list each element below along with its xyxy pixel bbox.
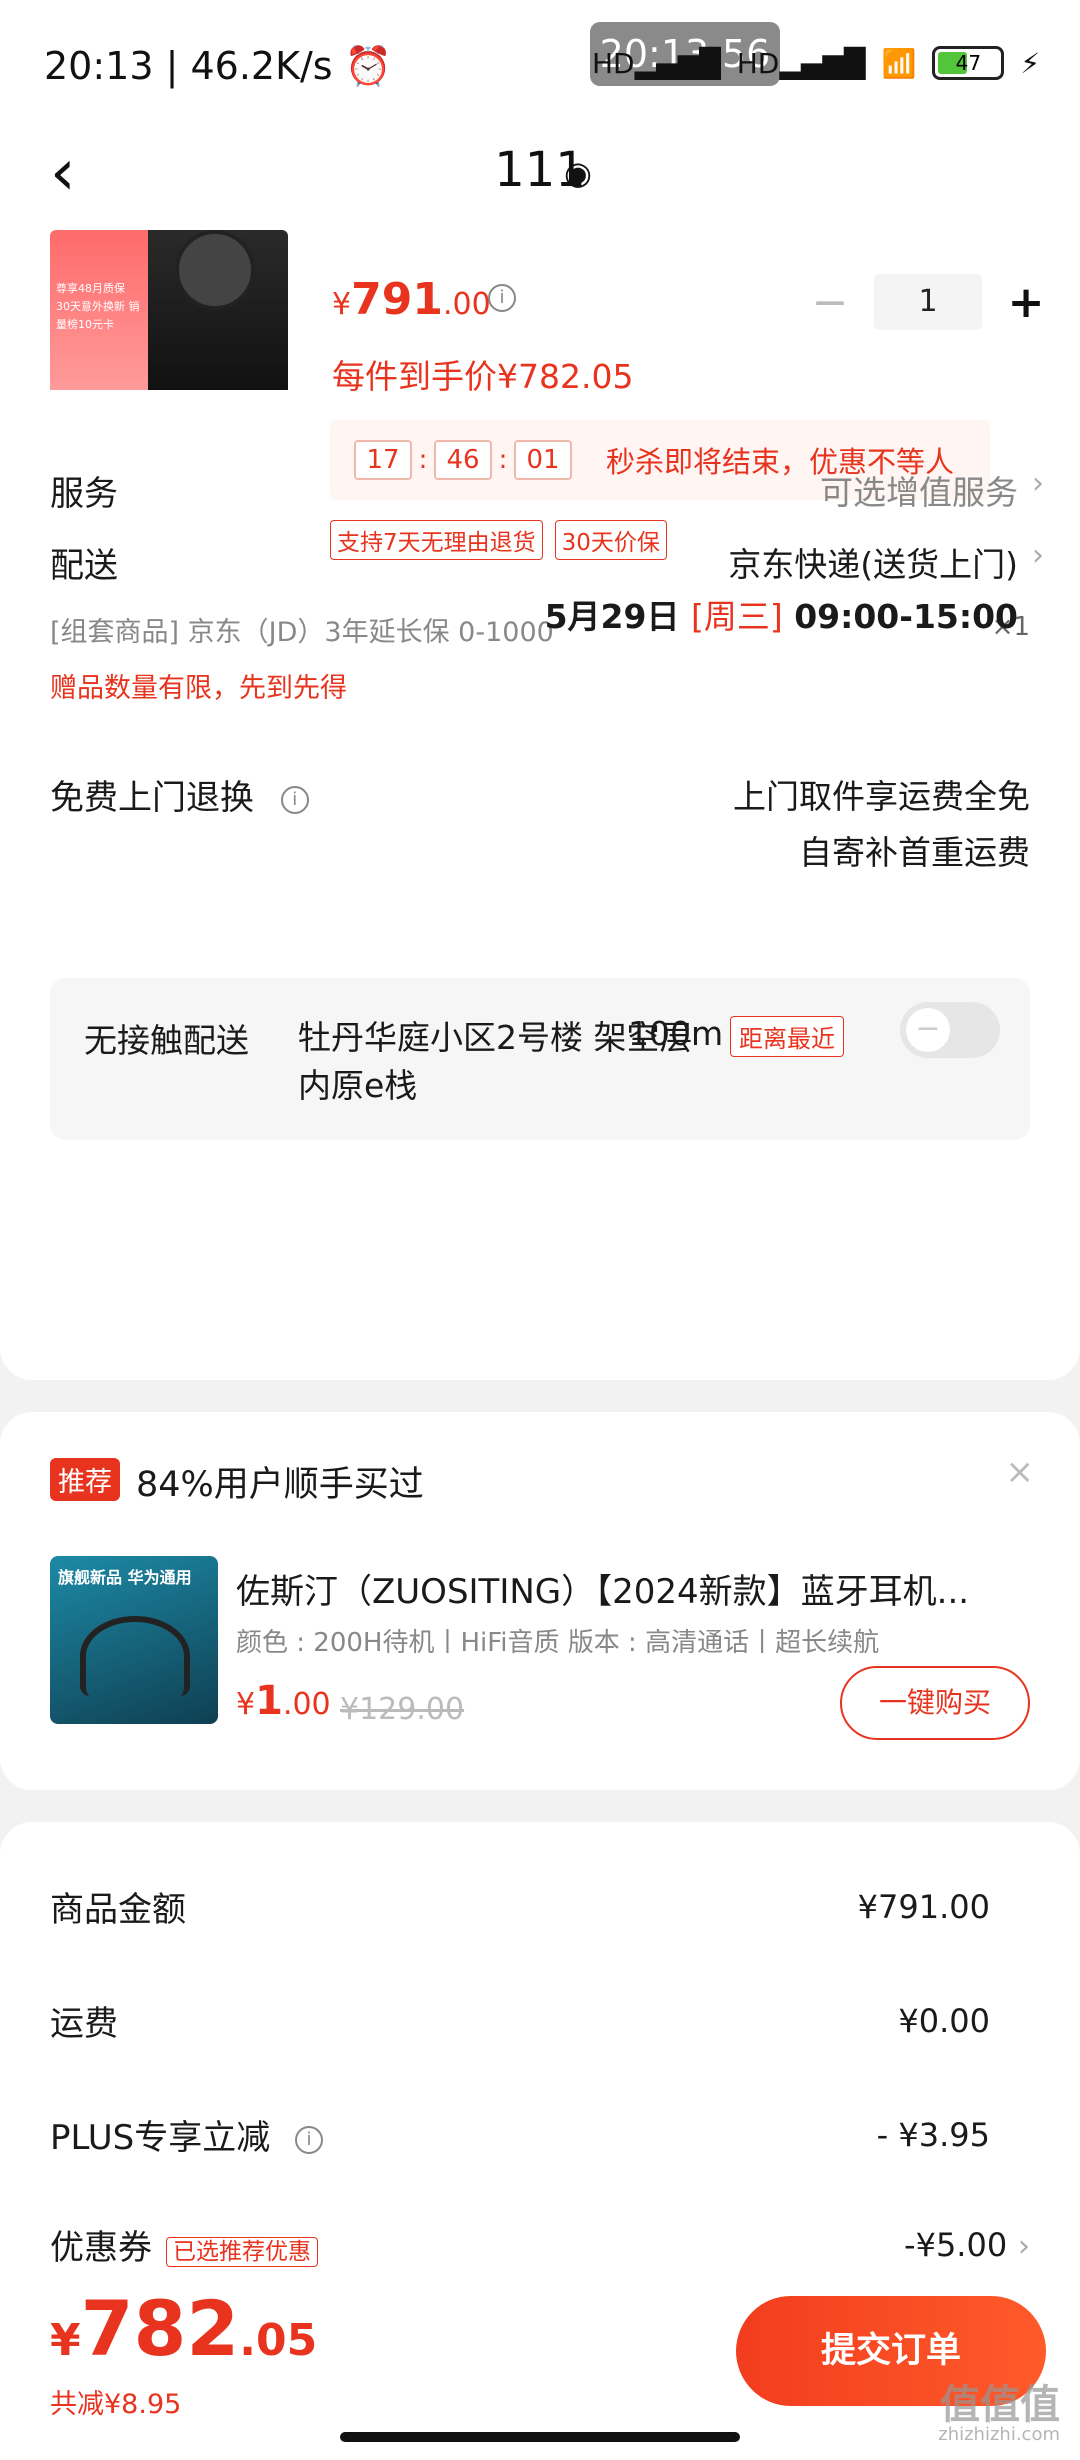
product-image-text: 尊享48月质保 30天意外换新 销量榜10元卡 — [56, 282, 140, 331]
goods-amount-value: ¥791.00 — [857, 1887, 990, 1926]
qty-minus-button[interactable]: − — [800, 277, 860, 328]
price-info-icon[interactable]: i — [488, 284, 516, 312]
return-label: 免费上门退换 i — [50, 770, 309, 819]
countdown-seconds: 01 — [514, 440, 572, 480]
plus-info-icon[interactable]: i — [295, 2125, 324, 2154]
qty-plus-button[interactable]: + — [996, 277, 1056, 328]
recommend-product-image[interactable]: 旗舰新品 华为通用 — [50, 1556, 218, 1724]
coupon-label: 优惠券 已选推荐优惠 — [50, 2220, 318, 2269]
shipping-row: 运费 ¥0.00 — [50, 1996, 990, 2045]
battery-level: 47 — [955, 51, 982, 75]
qty-input[interactable]: 1 — [874, 274, 982, 330]
delivery-time[interactable]: 5月29日 [周三] 09:00-15:00 — [545, 590, 1018, 638]
plus-discount-row: PLUS专享立减 i - ¥3.95 — [50, 2110, 990, 2159]
no-contact-toggle[interactable]: − — [900, 1002, 1000, 1058]
toggle-knob: − — [906, 1008, 950, 1052]
recommend-original-price: ¥129.00 — [340, 1692, 465, 1727]
recommend-price: ¥1.00 — [236, 1678, 331, 1724]
top-nav: ‹ 111 ◉ — [0, 120, 1080, 230]
shipping-value: ¥0.00 — [898, 2001, 990, 2040]
return-line1: 上门取件享运费全免 — [733, 777, 1030, 816]
service-label: 服务 — [50, 474, 118, 514]
recommend-badge: 推荐 — [50, 1458, 120, 1501]
goods-amount-label: 商品金额 — [50, 1890, 186, 1930]
coupon-row[interactable]: 优惠券 已选推荐优惠 -¥5.00 › — [50, 2220, 1030, 2269]
status-time-speed: 20:13 | 46.2K/s ⏰ — [44, 44, 392, 88]
recommend-image-text: 旗舰新品 华为通用 — [58, 1568, 192, 1587]
coupon-value-wrap: -¥5.00 › — [904, 2225, 1030, 2265]
countdown-hours: 17 — [354, 440, 412, 480]
delivery-label: 配送 — [50, 546, 118, 586]
battery-icon: 47 — [932, 46, 1005, 80]
service-value[interactable]: 可选增值服务 — [820, 466, 1018, 514]
watermark-url: zhizhizhi.com — [938, 2424, 1060, 2445]
signal-icon-2: HD▂▄▆█ — [736, 46, 866, 80]
no-contact-distance: 100m — [628, 1014, 724, 1053]
goods-amount-row: 商品金额 ¥791.00 — [50, 1882, 990, 1931]
recommend-card: 推荐 84%用户顺手买过 × 旗舰新品 华为通用 佐斯汀（ZUOSITING）【… — [0, 1412, 1080, 1790]
coupon-tag: 已选推荐优惠 — [166, 2237, 318, 2267]
watermark-logo: 值值值 — [940, 2382, 1060, 2428]
bundle-item[interactable]: [组套商品] 京东（JD）3年延长保 0-1000 — [50, 610, 554, 649]
return-line2: 自寄补首重运费 — [799, 833, 1030, 872]
quantity-stepper: − 1 + — [800, 274, 1056, 330]
countdown-minutes: 46 — [434, 440, 492, 480]
tag-return: 支持7天无理由退货 — [330, 520, 543, 560]
shipping-label: 运费 — [50, 2004, 118, 2044]
no-contact-delivery: 无接触配送 牡丹华庭小区2号楼 架空层内原e栈 100m 距离最近 − — [50, 978, 1030, 1140]
recommend-product-name[interactable]: 佐斯汀（ZUOSITING）【2024新款】蓝牙耳机... — [236, 1564, 1026, 1613]
product-image[interactable]: 尊享48月质保 30天意外换新 销量榜10元卡 — [50, 230, 288, 395]
coupon-chevron-icon[interactable]: › — [1018, 2229, 1030, 2264]
tag-price-protect: 30天价保 — [554, 520, 667, 560]
delivery-method[interactable]: 京东快递(送货上门) — [728, 538, 1018, 586]
delivery-chevron-icon[interactable]: › — [1032, 538, 1044, 573]
one-click-buy-button[interactable]: 一键购买 — [840, 1666, 1030, 1740]
plus-discount-label: PLUS专享立减 i — [50, 2110, 324, 2159]
gift-note: 赠品数量有限，先到先得 — [50, 673, 347, 704]
service-chevron-icon[interactable]: › — [1032, 466, 1044, 501]
recommend-title: 84%用户顺手买过 — [136, 1465, 424, 1505]
product-price: ¥791.00 — [332, 274, 491, 325]
coupon-value: -¥5.00 — [904, 2225, 1008, 2264]
location-pin-icon[interactable]: ◉ — [564, 154, 592, 192]
page-title[interactable]: 111 — [0, 142, 1080, 198]
nearest-badge: 距离最近 — [730, 1016, 844, 1057]
status-icons: HD▂▄▆█ HD▂▄▆█ 📶 47 ⚡ — [592, 46, 1040, 80]
order-product-card: 尊享48月质保 30天意外换新 销量榜10元卡 ¥791.00 i − 1 + … — [0, 230, 1080, 1380]
signal-icon: HD▂▄▆█ — [591, 46, 721, 80]
wifi-icon: 📶 — [881, 46, 917, 80]
total-price: ¥782.05 — [50, 2284, 318, 2373]
return-info-icon[interactable]: i — [280, 785, 309, 814]
service-tags: 支持7天无理由退货 30天价保 — [330, 520, 667, 560]
total-saved[interactable]: 共减¥8.95 — [50, 2382, 181, 2421]
unit-final-price: 每件到手价¥782.05 — [332, 357, 634, 396]
close-icon[interactable]: × — [1006, 1452, 1035, 1492]
charging-icon: ⚡ — [1020, 46, 1040, 80]
status-bar: 20:13 | 46.2K/s ⏰ 20:13:56 HD▂▄▆█ HD▂▄▆█… — [0, 0, 1080, 120]
plus-discount-value: - ¥3.95 — [876, 2115, 990, 2154]
home-indicator[interactable] — [340, 2432, 740, 2442]
no-contact-label: 无接触配送 — [84, 1021, 249, 1060]
recommend-product-attrs: 颜色 : 200H待机丨HiFi音质 版本 : 高清通话丨超长续航 — [236, 1628, 880, 1658]
